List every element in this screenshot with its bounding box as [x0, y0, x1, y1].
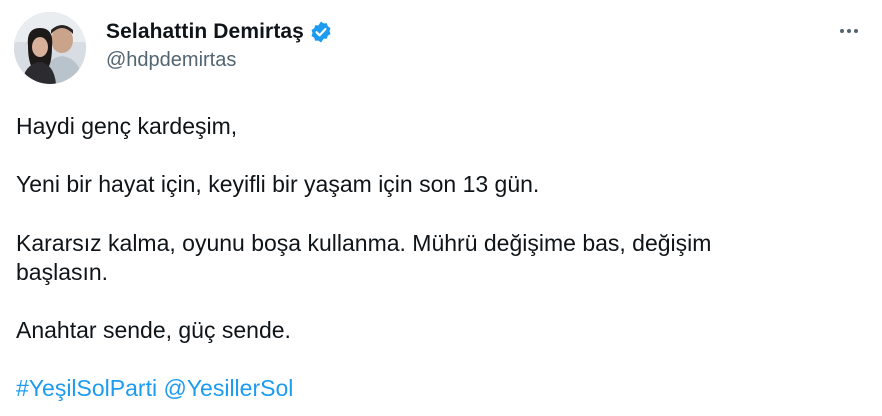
tweet-text-line: Kararsız kalma, oyunu boşa kullanma. Müh…: [16, 230, 712, 256]
tweet-text-line: başlasın.: [16, 259, 109, 285]
more-dots-icon[interactable]: [836, 18, 862, 44]
tweet-links-line: #YeşilSolParti @YesillerSol: [16, 374, 866, 403]
tweet-text-paragraph: Kararsız kalma, oyunu boşa kullanma. Müh…: [16, 229, 866, 287]
verified-badge-icon[interactable]: [309, 20, 333, 44]
mention-link[interactable]: @YesillerSol: [163, 375, 293, 401]
avatar[interactable]: [14, 12, 86, 84]
hashtag-link[interactable]: #YeşilSolParti: [16, 375, 157, 401]
author-name-row: Selahattin Demirtaş: [106, 18, 333, 46]
author-handle[interactable]: @hdpdemirtas: [106, 49, 236, 72]
tweet-text-line: Yeni bir hayat için, keyifli bir yaşam i…: [16, 171, 540, 197]
avatar-photo: [14, 12, 86, 84]
tweet-card: Selahattin Demirtaş @hdpdemirtas Haydi g…: [0, 0, 882, 416]
author-display-name[interactable]: Selahattin Demirtaş: [106, 20, 304, 44]
tweet-text-line: Haydi genç kardeşim,: [16, 113, 238, 139]
tweet-text-line: Anahtar sende, güç sende.: [16, 317, 291, 343]
